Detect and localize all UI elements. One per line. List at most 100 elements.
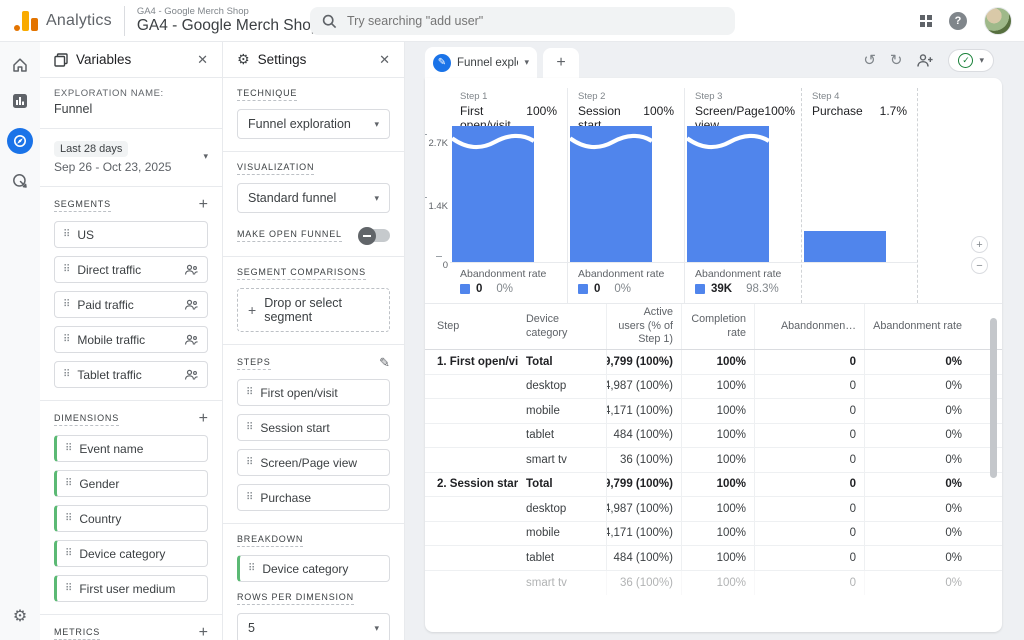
analytics-logo-icon[interactable] — [14, 11, 38, 31]
funnel-bar[interactable] — [804, 231, 886, 262]
dimension-chip[interactable]: ⠿Device category — [54, 540, 208, 567]
col-header-completion-rate[interactable]: Completion rate — [681, 304, 754, 349]
exploration-name-label: EXPLORATION NAME: — [54, 88, 208, 99]
share-users-icon[interactable] — [916, 53, 934, 68]
col-header-step[interactable]: Step — [425, 320, 518, 333]
segment-chip[interactable]: ⠿ Paid traffic — [54, 291, 208, 318]
breakdown-chip[interactable]: ⠿Device category — [237, 555, 390, 582]
technique-section: TECHNIQUE Funnel exploration ▾ — [223, 78, 404, 152]
drag-handle-icon[interactable]: ⠿ — [63, 369, 69, 380]
drag-handle-icon[interactable]: ⠿ — [246, 387, 252, 398]
drag-handle-icon[interactable]: ⠿ — [65, 513, 71, 524]
admin-gear-icon[interactable]: ⚙ — [0, 606, 40, 626]
table-row[interactable]: desktop 24,987 (100%) 100% 0 0% — [425, 497, 1002, 522]
drag-handle-icon[interactable]: ⠿ — [248, 563, 254, 574]
settings-panel-header: ⚙ Settings ✕ — [223, 42, 404, 78]
col-header-abandonment-rate[interactable]: Abandonment rate — [864, 304, 976, 349]
y-tick: 0 — [443, 260, 448, 271]
segments-label: SEGMENTS — [54, 199, 111, 212]
table-row[interactable]: tablet 484 (100%) 100% 0 0% — [425, 546, 1002, 571]
col-header-active-users[interactable]: Active users (% of Step 1) — [606, 304, 681, 349]
search-bar[interactable] — [310, 7, 735, 35]
table-row[interactable]: desktop 24,987 (100%) 100% 0 0% — [425, 375, 1002, 400]
add-dimension-icon[interactable]: + — [199, 411, 208, 427]
dimension-chip[interactable]: ⠿Country — [54, 505, 208, 532]
search-input[interactable] — [347, 14, 723, 28]
table-row[interactable]: mobile 14,171 (100%) 100% 0 0% — [425, 522, 1002, 547]
trend-wave — [687, 130, 769, 152]
drag-handle-icon[interactable]: ⠿ — [65, 478, 71, 489]
drag-handle-icon[interactable]: ⠿ — [63, 229, 69, 240]
date-caret-icon[interactable]: ▾ — [203, 151, 208, 162]
apps-grid-icon[interactable] — [920, 15, 932, 27]
drag-handle-icon[interactable]: ⠿ — [65, 443, 71, 454]
tab-funnel-exploration[interactable]: ✎ Funnel explor... ▾ — [425, 47, 537, 78]
drag-handle-icon[interactable]: ⠿ — [65, 583, 71, 594]
funnel-bar[interactable] — [687, 126, 769, 262]
col-header-abandonments[interactable]: Abandonmen… — [754, 304, 864, 349]
tab-caret-icon[interactable]: ▾ — [524, 57, 529, 68]
advertising-icon[interactable] — [11, 172, 29, 190]
status-pill[interactable]: ✓ ▾ — [948, 49, 994, 72]
step-chip[interactable]: ⠿First open/visit — [237, 379, 390, 406]
add-metric-icon[interactable]: + — [199, 625, 208, 640]
add-tab-button[interactable]: + — [543, 48, 579, 78]
drag-handle-icon[interactable]: ⠿ — [246, 422, 252, 433]
exploration-name-value[interactable]: Funnel — [54, 102, 208, 116]
funnel-bar[interactable] — [452, 126, 534, 262]
table-row[interactable]: mobile 14,171 (100%) 100% 0 0% — [425, 399, 1002, 424]
segment-chip[interactable]: ⠿ Mobile traffic — [54, 326, 208, 353]
settings-close-icon[interactable]: ✕ — [379, 52, 390, 68]
funnel-bar[interactable] — [570, 126, 652, 262]
rows-per-dimension-dropdown[interactable]: 5 ▾ — [237, 613, 390, 640]
segment-chip[interactable]: ⠿ Tablet traffic — [54, 361, 208, 388]
segment-chip[interactable]: ⠿ US — [54, 221, 208, 248]
visualization-dropdown[interactable]: Standard funnel ▾ — [237, 183, 390, 213]
undo-icon[interactable]: ↺ — [863, 51, 876, 69]
home-icon[interactable] — [11, 56, 29, 74]
segment-chip[interactable]: ⠿ Direct traffic — [54, 256, 208, 283]
property-switcher[interactable]: GA4 - Google Merch Shop GA4 - Google Mer… — [137, 7, 320, 34]
date-range-section[interactable]: Last 28 days Sep 26 - Oct 23, 2025 ▾ — [40, 129, 222, 187]
step-chip[interactable]: ⠿Purchase — [237, 484, 390, 511]
metrics-label: METRICS — [54, 627, 100, 640]
segment-drop-zone[interactable]: + Drop or select segment — [237, 288, 390, 332]
redo-icon[interactable]: ↻ — [890, 51, 903, 69]
drag-handle-icon[interactable]: ⠿ — [63, 299, 69, 310]
zoom-out-icon[interactable]: − — [971, 257, 988, 274]
table-scrollbar[interactable] — [990, 318, 997, 478]
step-number: Step 2 — [578, 91, 674, 102]
make-open-funnel-toggle[interactable] — [360, 229, 390, 242]
drag-handle-icon[interactable]: ⠿ — [246, 492, 252, 503]
col-header-device[interactable]: Device category — [518, 313, 606, 340]
zoom-in-icon[interactable]: + — [971, 236, 988, 253]
dimension-chip[interactable]: ⠿First user medium — [54, 575, 208, 602]
edit-steps-icon[interactable]: ✎ — [379, 355, 390, 371]
reports-icon[interactable] — [11, 92, 29, 110]
table-row[interactable]: tablet 484 (100%) 100% 0 0% — [425, 424, 1002, 449]
y-tick: 2.7K — [428, 138, 448, 149]
variables-close-icon[interactable]: ✕ — [197, 52, 208, 68]
explore-icon-active[interactable] — [7, 128, 33, 154]
drag-handle-icon[interactable]: ⠿ — [63, 334, 69, 345]
avatar[interactable] — [984, 7, 1012, 35]
table-row[interactable]: smart tv 36 (100%) 100% 0 0% — [425, 571, 1002, 596]
drag-handle-icon[interactable]: ⠿ — [246, 457, 252, 468]
drag-handle-icon[interactable]: ⠿ — [65, 548, 71, 559]
dimension-chip[interactable]: ⠿Gender — [54, 470, 208, 497]
abandonment-count: 0 — [476, 283, 482, 295]
technique-dropdown[interactable]: Funnel exploration ▾ — [237, 109, 390, 139]
table-row[interactable]: smart tv 36 (100%) 100% 0 0% — [425, 448, 1002, 473]
add-segment-icon[interactable]: + — [199, 197, 208, 213]
dimension-chip[interactable]: ⠿Event name — [54, 435, 208, 462]
variables-icon — [54, 53, 68, 67]
table-row[interactable]: 2. Session start Total 39,799 (100%) 100… — [425, 473, 1002, 498]
step-chip[interactable]: ⠿Screen/Page view — [237, 449, 390, 476]
technique-label: TECHNIQUE — [237, 88, 297, 101]
legend-swatch — [578, 284, 588, 294]
help-icon[interactable]: ? — [949, 12, 967, 30]
date-preset-chip[interactable]: Last 28 days — [54, 141, 128, 157]
step-chip[interactable]: ⠿Session start — [237, 414, 390, 441]
table-row[interactable]: 1. First open/visit Total 39,799 (100%) … — [425, 350, 1002, 375]
drag-handle-icon[interactable]: ⠿ — [63, 264, 69, 275]
